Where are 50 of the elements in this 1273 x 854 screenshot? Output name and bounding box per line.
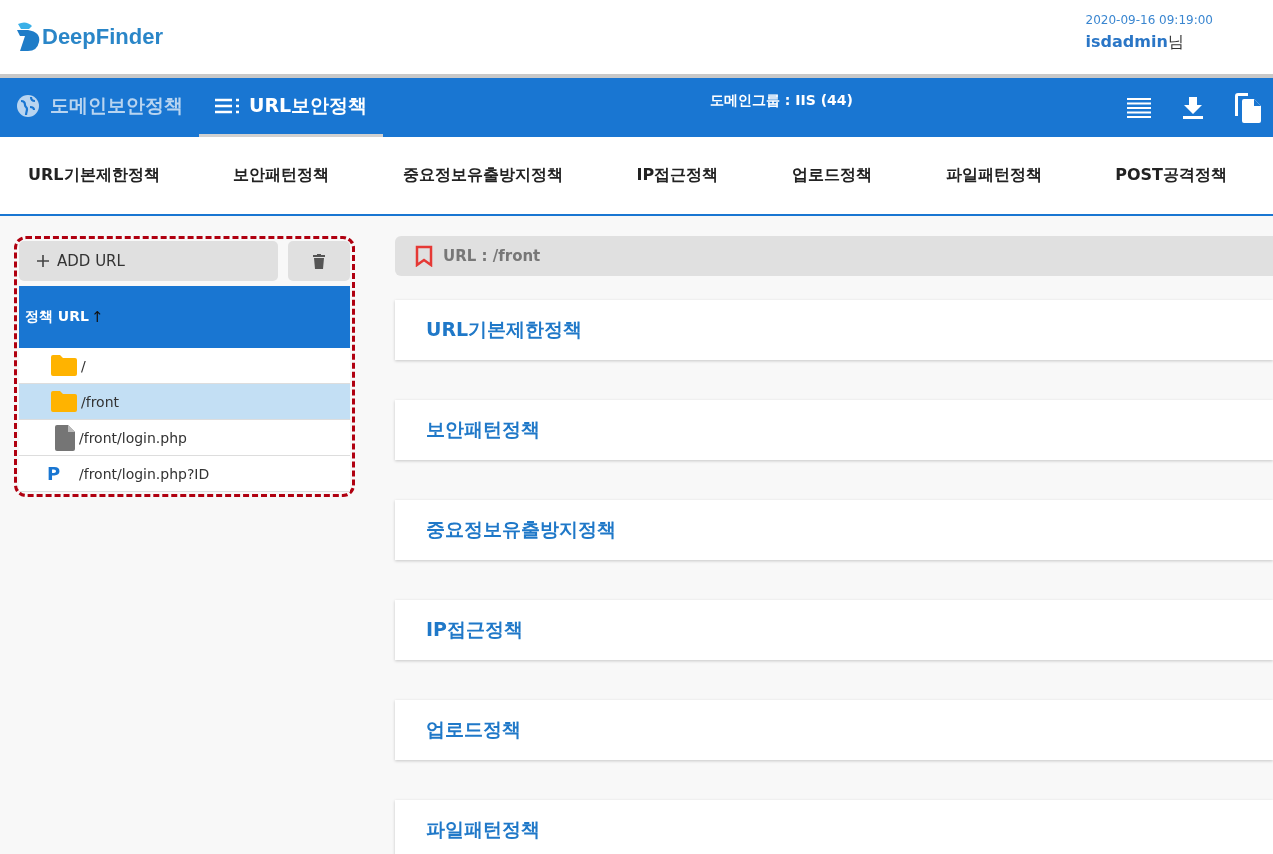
copy-icon[interactable]	[1235, 92, 1261, 123]
url-text: /front	[81, 393, 120, 410]
policy-card[interactable]: IP접근정책	[395, 600, 1273, 660]
url-text: /front/login.php?ID	[79, 465, 210, 482]
list-icon	[215, 98, 239, 114]
lines-icon[interactable]	[1127, 96, 1151, 119]
card-title: 파일패턴정책	[426, 817, 540, 842]
url-text: /	[81, 357, 86, 374]
param-icon: P	[47, 463, 75, 484]
card-title: 보안패턴정책	[426, 417, 540, 442]
url-list-item[interactable]: P /front/login.php?ID	[19, 456, 350, 492]
download-icon[interactable]	[1183, 96, 1203, 119]
sort-arrow[interactable]: ↑	[90, 308, 104, 326]
globe-icon	[16, 94, 40, 118]
policy-tab[interactable]: 업로드정책	[791, 165, 872, 186]
trash-icon	[313, 253, 325, 269]
url-list-item[interactable]: /front	[19, 384, 350, 420]
card-title: URL기본제한정책	[426, 317, 583, 342]
file-icon	[55, 424, 75, 451]
policy-card[interactable]: 보안패턴정책	[395, 400, 1273, 460]
policy-card[interactable]: 파일패턴정책	[395, 800, 1273, 854]
header-text: 정책 URL	[25, 308, 89, 326]
honorific-text: 님	[1167, 32, 1184, 53]
policy-tab[interactable]: POST공격정책	[1115, 165, 1227, 186]
url-list-item[interactable]: /front/login.php	[19, 420, 350, 456]
folder-icon	[51, 355, 77, 376]
policy-tab[interactable]: 파일패턴정책	[945, 165, 1042, 186]
policy-tab[interactable]: 보안패턴정책	[233, 165, 330, 186]
card-title: 중요정보유출방지정책	[426, 517, 616, 542]
domain-group-text: 도메인그룹 : IIS (44)	[710, 92, 853, 110]
card-title: IP접근정책	[426, 617, 523, 642]
url-text: URL : /front	[443, 247, 541, 265]
logo-text: DeepFinder	[42, 24, 164, 50]
datetime-text: 2020-09-16 09:19:00	[1085, 13, 1213, 27]
policy-card[interactable]: 중요정보유출방지정책	[395, 500, 1273, 560]
policy-tab[interactable]: 중요정보유출방지정책	[402, 165, 563, 186]
logo-icon	[16, 22, 42, 52]
bookmark-icon	[415, 245, 433, 267]
url-text: /front/login.php	[79, 429, 187, 446]
add-url-button[interactable]: ADD URL	[19, 241, 278, 281]
policy-tab[interactable]: IP접근정책	[636, 165, 719, 186]
url-list-item[interactable]: /	[19, 348, 350, 384]
policy-tab[interactable]: URL기본제한정책	[28, 165, 160, 186]
policy-card[interactable]: 업로드정책	[395, 700, 1273, 760]
plus-icon	[37, 255, 49, 267]
folder-icon	[51, 391, 77, 412]
username-text: isdadmin	[1085, 32, 1168, 51]
card-title: 업로드정책	[426, 717, 521, 742]
delete-button[interactable]	[288, 241, 350, 281]
policy-card[interactable]: URL기본제한정책	[395, 300, 1273, 360]
